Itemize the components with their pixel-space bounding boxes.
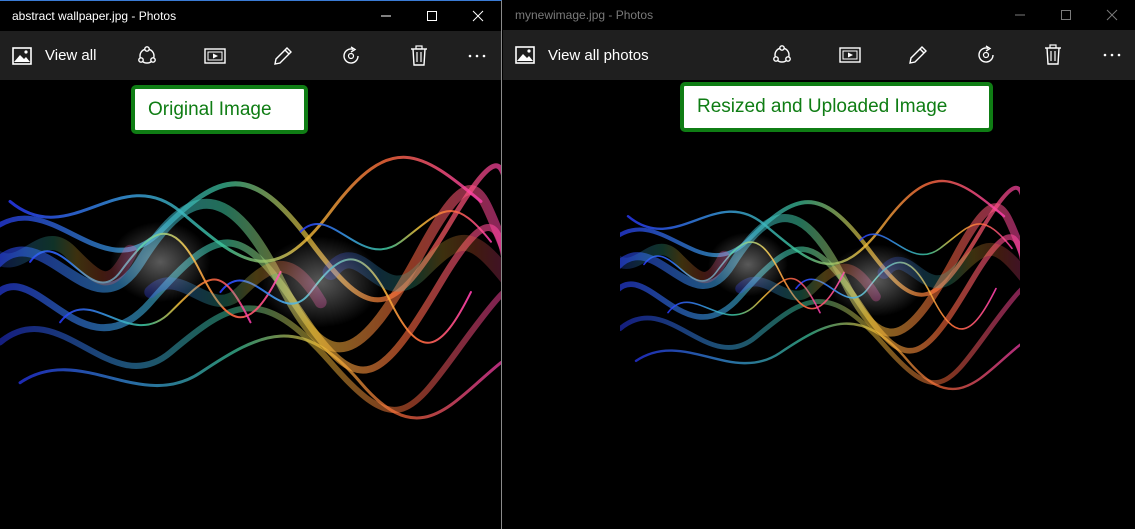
share-icon	[138, 45, 156, 64]
window-title: mynewimage.jpg - Photos	[515, 8, 654, 22]
more-button[interactable]	[1092, 30, 1132, 80]
maximize-icon	[427, 11, 437, 21]
rotate-icon	[978, 45, 994, 63]
maximize-button[interactable]	[409, 1, 455, 31]
share-button[interactable]	[127, 31, 167, 80]
minimize-button[interactable]	[997, 0, 1043, 30]
slideshow-button[interactable]	[830, 30, 870, 80]
resized-photo[interactable]	[620, 168, 1020, 393]
callout-resized-image: Resized and Uploaded Image	[680, 82, 993, 132]
delete-icon	[1045, 44, 1061, 65]
delete-button[interactable]	[399, 31, 439, 80]
edit-button[interactable]	[898, 30, 938, 80]
rotate-button[interactable]	[966, 30, 1006, 80]
toolbar: View all photos	[503, 30, 1135, 80]
close-icon	[1106, 9, 1118, 21]
window-controls	[997, 0, 1135, 30]
view-all-label: View all photos	[548, 46, 649, 64]
close-button[interactable]	[455, 1, 501, 31]
share-icon	[773, 45, 791, 63]
edit-icon	[909, 46, 927, 64]
minimize-icon	[1015, 14, 1025, 16]
photos-window-resized: mynewimage.jpg - Photos View all photos	[503, 0, 1135, 529]
share-button[interactable]	[762, 30, 802, 80]
view-all-photos-button[interactable]: View all photos	[515, 30, 649, 80]
smoke-image	[0, 141, 501, 423]
photo-viewer: Original Image	[0, 80, 501, 529]
title-bar: mynewimage.jpg - Photos	[503, 0, 1135, 30]
smoke-image	[620, 168, 1020, 393]
edit-icon	[274, 46, 292, 65]
abstract-wallpaper-photo[interactable]	[0, 141, 501, 423]
title-bar: abstract wallpaper.jpg - Photos	[0, 1, 501, 31]
close-button[interactable]	[1089, 0, 1135, 30]
maximize-icon	[1061, 10, 1071, 20]
delete-icon	[411, 44, 427, 66]
edit-button[interactable]	[263, 31, 303, 80]
photo-viewer: Resized and Uploaded Image	[503, 80, 1135, 529]
delete-button[interactable]	[1033, 30, 1073, 80]
minimize-icon	[381, 15, 391, 17]
more-icon	[468, 54, 486, 57]
rotate-icon	[343, 45, 359, 64]
rotate-button[interactable]	[331, 31, 371, 80]
maximize-button[interactable]	[1043, 0, 1089, 30]
photos-icon	[515, 46, 535, 64]
slideshow-icon	[839, 47, 861, 63]
window-controls	[363, 1, 501, 31]
photos-window-original: abstract wallpaper.jpg - Photos View all	[0, 0, 502, 529]
minimize-button[interactable]	[363, 1, 409, 31]
toolbar: View all	[0, 31, 501, 80]
more-icon	[1103, 53, 1121, 57]
more-button[interactable]	[457, 31, 497, 80]
photos-icon	[12, 46, 32, 65]
slideshow-button[interactable]	[195, 31, 235, 80]
callout-label: Original Image	[148, 98, 272, 120]
callout-label: Resized and Uploaded Image	[697, 96, 948, 117]
slideshow-icon	[204, 47, 226, 64]
callout-original-image: Original Image	[131, 85, 308, 134]
view-all-button[interactable]: View all	[12, 31, 96, 80]
view-all-label: View all	[45, 47, 97, 64]
close-icon	[472, 10, 484, 22]
window-title: abstract wallpaper.jpg - Photos	[12, 9, 177, 23]
